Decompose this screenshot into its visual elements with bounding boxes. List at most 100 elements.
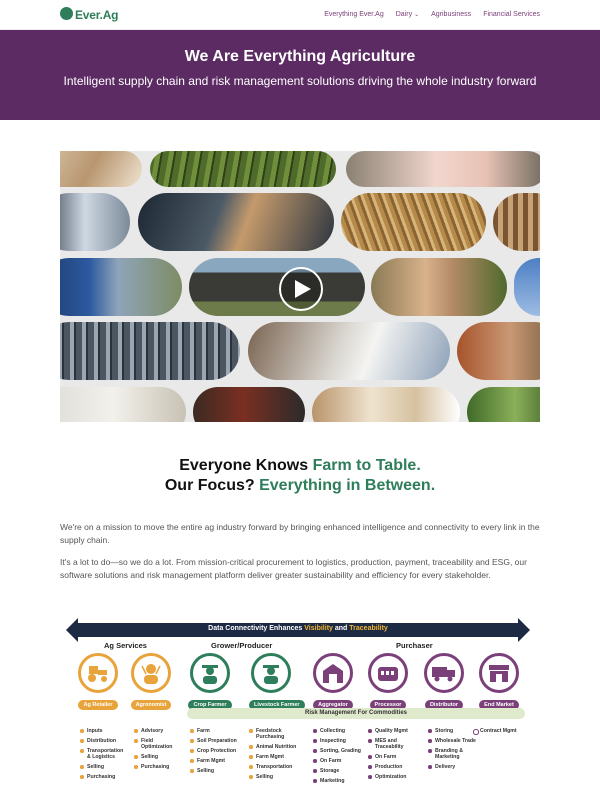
mosaic-image-cotton bbox=[60, 387, 186, 422]
mosaic-image-building bbox=[193, 387, 305, 422]
list-item: Transportation bbox=[249, 764, 301, 770]
role-distributor: Distributor bbox=[422, 653, 466, 711]
agronomist-icon bbox=[131, 653, 171, 693]
store-icon bbox=[479, 653, 519, 693]
list-end-market: Contract Mgmt bbox=[473, 728, 529, 738]
list-item: Collecting bbox=[313, 728, 361, 734]
tractor-icon bbox=[78, 653, 118, 693]
list-item: Field Optimization bbox=[134, 738, 182, 750]
role-livestock-farmer: Livestock Farmer bbox=[249, 653, 305, 711]
nav-agribusiness[interactable]: Agribusiness bbox=[431, 11, 471, 18]
list-item: Marketing bbox=[313, 778, 361, 784]
mosaic-image-hands-tablet bbox=[138, 193, 334, 251]
list-item: Selling bbox=[190, 768, 248, 774]
list-item: Delivery bbox=[428, 764, 476, 770]
list-item: Branding & Marketing bbox=[428, 748, 476, 760]
farmer-icon bbox=[190, 653, 230, 693]
logo-icon bbox=[60, 6, 73, 20]
mosaic-image-paperwork bbox=[248, 322, 450, 380]
mosaic-image-sky bbox=[514, 258, 540, 316]
group-grower-producer: Grower/Producer bbox=[211, 641, 273, 650]
list-distributor: Storing Wholesale Trade Branding & Marke… bbox=[428, 728, 476, 774]
nav-dairy[interactable]: Dairy ⌄ bbox=[396, 11, 419, 18]
list-item: Farm bbox=[190, 728, 248, 734]
tagline-line1: Everyone Knows bbox=[179, 457, 313, 474]
list-agronomist: Advisory Field Optimization Selling Purc… bbox=[134, 728, 182, 774]
role-aggregator: Aggregator bbox=[311, 653, 355, 711]
tagline: Everyone Knows Farm to Table. Our Focus?… bbox=[0, 456, 600, 496]
list-item: Storage bbox=[313, 768, 361, 774]
truck-icon bbox=[424, 653, 464, 693]
role-ag-retailer: Ag Retailer bbox=[76, 653, 120, 711]
factory-icon bbox=[368, 653, 408, 693]
list-item: Optimization bbox=[368, 774, 418, 780]
mosaic-image-wool bbox=[312, 387, 460, 422]
arrow-label: Data Connectivity Enhances Visibility an… bbox=[208, 625, 388, 632]
hero-subtitle: Intelligent supply chain and risk manage… bbox=[63, 74, 537, 88]
logo-text: Ever.Ag bbox=[75, 7, 119, 22]
play-icon bbox=[295, 280, 311, 298]
list-crop-farmer: Farm Soil Preparation Crop Protection Fa… bbox=[190, 728, 248, 778]
list-item: Quality Mgmt bbox=[368, 728, 418, 734]
mosaic-image-cattle bbox=[189, 258, 365, 316]
mosaic-image-farmer bbox=[371, 258, 507, 316]
list-item: Selling bbox=[134, 754, 182, 760]
mosaic-image-field bbox=[467, 387, 540, 422]
list-item: Animal Nutrition bbox=[249, 744, 301, 750]
barn-icon bbox=[313, 653, 353, 693]
main-nav: Everything Ever.Ag Dairy ⌄ Agribusiness F… bbox=[324, 11, 540, 18]
group-purchaser: Purchaser bbox=[396, 641, 433, 650]
mosaic-image-crop-rows bbox=[150, 151, 336, 187]
list-item: Selling bbox=[249, 774, 301, 780]
logo[interactable]: Ever.Ag bbox=[60, 6, 119, 22]
list-item: Wholesale Trade bbox=[428, 738, 476, 744]
list-item: Distribution bbox=[80, 738, 128, 744]
data-connectivity-arrow: Data Connectivity Enhances Visibility an… bbox=[66, 618, 530, 642]
list-item: MES and Traceability bbox=[368, 738, 418, 750]
list-item: Inputs bbox=[80, 728, 128, 734]
video-player[interactable] bbox=[60, 151, 540, 422]
list-item: Purchasing bbox=[134, 764, 182, 770]
role-label: Ag Retailer bbox=[78, 700, 118, 710]
list-item: Farm Mgmt bbox=[190, 758, 248, 764]
mosaic-image-wheat bbox=[341, 193, 486, 251]
list-item: Farm Mgmt bbox=[249, 754, 301, 760]
list-item: Inspecting bbox=[313, 738, 361, 744]
mosaic-image-crates bbox=[493, 193, 540, 251]
list-item: Advisory bbox=[134, 728, 182, 734]
list-aggregator: Collecting Inspecting Sorting, Grading O… bbox=[313, 728, 361, 788]
role-end-market: End Market bbox=[477, 653, 521, 711]
group-ag-services: Ag Services bbox=[104, 641, 147, 650]
list-ag-retailer: Inputs Distribution Transportation & Log… bbox=[80, 728, 128, 784]
mosaic-image-truck bbox=[60, 258, 182, 316]
nav-everything-ever-ag[interactable]: Everything Ever.Ag bbox=[324, 11, 384, 18]
list-item: Production bbox=[368, 764, 418, 770]
tagline-line2: Our Focus? bbox=[164, 477, 260, 494]
list-item: Selling bbox=[80, 764, 128, 770]
list-item: Storing bbox=[428, 728, 476, 734]
nav-financial-services[interactable]: Financial Services bbox=[483, 11, 540, 18]
mission-paragraph: We're on a mission to move the entire ag… bbox=[60, 522, 540, 545]
description-paragraph: It's a lot to do—so we do a lot. From mi… bbox=[60, 557, 527, 580]
risk-management-bar: Risk Management For Commodities bbox=[187, 708, 525, 719]
list-item: Purchasing bbox=[80, 774, 128, 780]
mosaic-image-grain bbox=[60, 151, 142, 187]
hero-title: We Are Everything Agriculture bbox=[184, 48, 416, 65]
play-button[interactable] bbox=[279, 267, 323, 311]
site-header: Ever.Ag Everything Ever.Ag Dairy ⌄ Agribu… bbox=[0, 0, 600, 30]
list-processor: Quality Mgmt MES and Traceability On Far… bbox=[368, 728, 418, 784]
mosaic-image-tractor bbox=[457, 322, 540, 380]
role-processor: Processor bbox=[366, 653, 410, 711]
list-livestock-farmer: Feedstock Purchasing Animal Nutrition Fa… bbox=[249, 728, 301, 784]
list-item: Crop Protection bbox=[190, 748, 248, 754]
list-item: Contract Mgmt bbox=[473, 728, 529, 735]
list-item: Soil Preparation bbox=[190, 738, 248, 744]
mosaic-image-silos bbox=[60, 322, 240, 380]
mosaic-image-machine bbox=[60, 193, 130, 251]
list-item: On Farm bbox=[368, 754, 418, 760]
role-agronomist: Agronomist bbox=[129, 653, 173, 711]
list-item: Sorting, Grading bbox=[313, 748, 361, 754]
list-item: Feedstock Purchasing bbox=[249, 728, 301, 740]
list-item: On Farm bbox=[313, 758, 361, 764]
chevron-down-icon: ⌄ bbox=[414, 12, 420, 18]
